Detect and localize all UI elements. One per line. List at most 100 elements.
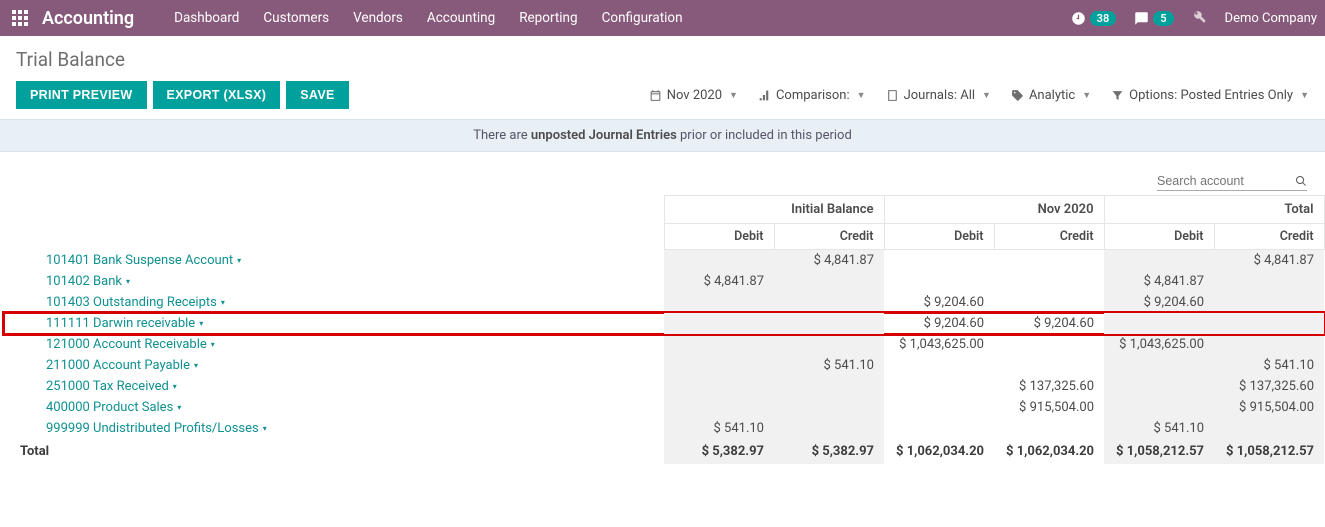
- value-cell: [664, 355, 774, 376]
- value-cell: $ 4,841.87: [1214, 250, 1324, 272]
- value-cell: [1214, 313, 1324, 334]
- journals-filter-label: Journals: All: [904, 88, 975, 103]
- value-cell: [1104, 313, 1214, 334]
- menu-dashboard[interactable]: Dashboard: [174, 10, 239, 26]
- app-brand[interactable]: Accounting: [42, 8, 134, 29]
- value-cell: [1214, 418, 1324, 439]
- value-cell: [774, 313, 884, 334]
- value-cell: $ 4,841.87: [774, 250, 884, 272]
- value-cell: [994, 355, 1104, 376]
- comparison-filter[interactable]: Comparison: ▼: [758, 88, 866, 103]
- account-link[interactable]: 211000 Account Payable▾: [46, 358, 198, 373]
- account-link-label: 101402 Bank: [46, 274, 122, 289]
- navbar-right: 38 5 Demo Company: [1071, 9, 1317, 28]
- main-menu: Dashboard Customers Vendors Accounting R…: [174, 10, 1071, 26]
- value-cell: [664, 313, 774, 334]
- menu-vendors[interactable]: Vendors: [353, 10, 403, 26]
- messages-indicator[interactable]: 5: [1134, 11, 1173, 26]
- activity-indicator[interactable]: 38: [1071, 11, 1117, 26]
- account-link-label: 251000 Tax Received: [46, 379, 169, 394]
- menu-customers[interactable]: Customers: [263, 10, 329, 26]
- value-cell: [1214, 292, 1324, 313]
- value-cell: [1104, 376, 1214, 397]
- caret-down-icon: ▾: [237, 256, 241, 265]
- value-cell: [664, 250, 774, 272]
- account-link[interactable]: 101402 Bank▾: [46, 274, 130, 289]
- value-cell: $ 137,325.60: [1214, 376, 1324, 397]
- total-cell: $ 1,062,034.20: [884, 439, 994, 464]
- table-row: 101401 Bank Suspense Account▾ $ 4,841.87 $…: [4, 250, 1324, 272]
- analytic-filter[interactable]: Analytic ▼: [1011, 88, 1091, 103]
- total-cell: $ 5,382.97: [774, 439, 884, 464]
- account-name-cell: 999999 Undistributed Profits/Losses▾: [4, 418, 664, 439]
- account-name-cell: 101402 Bank▾: [4, 271, 664, 292]
- menu-reporting[interactable]: Reporting: [519, 10, 577, 26]
- chevron-down-icon: ▼: [729, 90, 738, 101]
- calendar-icon: [649, 89, 662, 102]
- company-selector[interactable]: Demo Company: [1225, 11, 1317, 26]
- notice-pre: There are: [473, 128, 531, 143]
- table-row: 400000 Product Sales▾ $ 915,504.00 $ 915,5…: [4, 397, 1324, 418]
- search-icon[interactable]: [1295, 174, 1307, 188]
- bar-chart-icon: [758, 89, 771, 102]
- total-cell: $ 1,058,212.57: [1214, 439, 1324, 464]
- value-cell: $ 541.10: [664, 418, 774, 439]
- table-row: 111111 Darwin receivable▾$ 9,204.60$ 9,2…: [4, 313, 1324, 334]
- apps-icon[interactable]: [8, 6, 32, 30]
- account-name-cell: 111111 Darwin receivable▾: [4, 313, 664, 334]
- table-row: 999999 Undistributed Profits/Losses▾ $ 54…: [4, 418, 1324, 439]
- account-link-label: 400000 Product Sales: [46, 400, 173, 415]
- page-header: Trial Balance Print Preview Export (XLSX…: [0, 36, 1325, 119]
- report-table-wrap: Initial Balance Nov 2020 Total Debit Cre…: [0, 195, 1325, 476]
- value-cell: [774, 397, 884, 418]
- value-cell: $ 915,504.00: [994, 397, 1104, 418]
- value-cell: $ 915,504.00: [1214, 397, 1324, 418]
- journals-filter[interactable]: Journals: All ▼: [886, 88, 991, 103]
- value-cell: [774, 271, 884, 292]
- chevron-down-icon: ▼: [982, 90, 991, 101]
- value-cell: [1104, 355, 1214, 376]
- debug-icon[interactable]: [1192, 9, 1207, 28]
- caret-down-icon: ▾: [211, 340, 215, 349]
- trial-balance-table: Initial Balance Nov 2020 Total Debit Cre…: [4, 195, 1325, 464]
- menu-accounting[interactable]: Accounting: [427, 10, 495, 26]
- account-link[interactable]: 251000 Tax Received▾: [46, 379, 177, 394]
- col-group-initial: Initial Balance: [664, 196, 884, 224]
- date-filter[interactable]: Nov 2020 ▼: [649, 88, 738, 103]
- table-row: 211000 Account Payable▾$ 541.10$ 541.10: [4, 355, 1324, 376]
- value-cell: [994, 250, 1104, 272]
- value-cell: $ 541.10: [1104, 418, 1214, 439]
- value-cell: [774, 292, 884, 313]
- print-preview-button[interactable]: Print Preview: [16, 81, 147, 109]
- notice-bar[interactable]: There are unposted Journal Entries prior…: [0, 119, 1325, 152]
- messages-count: 5: [1153, 11, 1173, 26]
- account-link[interactable]: 400000 Product Sales▾: [46, 400, 181, 415]
- save-button[interactable]: Save: [286, 81, 348, 109]
- notice-bold: unposted Journal Entries: [531, 128, 677, 143]
- account-link[interactable]: 121000 Account Receivable▾: [46, 337, 215, 352]
- account-name-cell: 121000 Account Receivable▾: [4, 334, 664, 355]
- value-cell: [664, 376, 774, 397]
- value-cell: [994, 418, 1104, 439]
- table-row: 251000 Tax Received▾$ 137,325.60$ 137,32…: [4, 376, 1324, 397]
- menu-configuration[interactable]: Configuration: [602, 10, 683, 26]
- export-xlsx-button[interactable]: Export (XLSX): [153, 81, 281, 109]
- chat-icon: [1134, 11, 1149, 26]
- options-filter[interactable]: Options: Posted Entries Only ▼: [1111, 88, 1309, 103]
- col-debit: Debit: [664, 224, 774, 250]
- value-cell: [664, 292, 774, 313]
- clock-icon: [1071, 11, 1086, 26]
- account-link-label: 111111 Darwin receivable: [46, 316, 195, 331]
- value-cell: $ 4,841.87: [664, 271, 774, 292]
- account-link[interactable]: 101403 Outstanding Receipts▾: [46, 295, 225, 310]
- value-cell: $ 4,841.87: [1104, 271, 1214, 292]
- account-link[interactable]: 999999 Undistributed Profits/Losses▾: [46, 421, 267, 436]
- account-link[interactable]: 101401 Bank Suspense Account▾: [46, 253, 241, 268]
- account-link-label: 101403 Outstanding Receipts: [46, 295, 217, 310]
- value-cell: [1214, 334, 1324, 355]
- account-link[interactable]: 111111 Darwin receivable▾: [46, 316, 203, 331]
- table-row: 121000 Account Receivable▾$ 1,043,625.00…: [4, 334, 1324, 355]
- search-input[interactable]: [1157, 174, 1287, 188]
- activity-count: 38: [1090, 11, 1117, 26]
- value-cell: [774, 418, 884, 439]
